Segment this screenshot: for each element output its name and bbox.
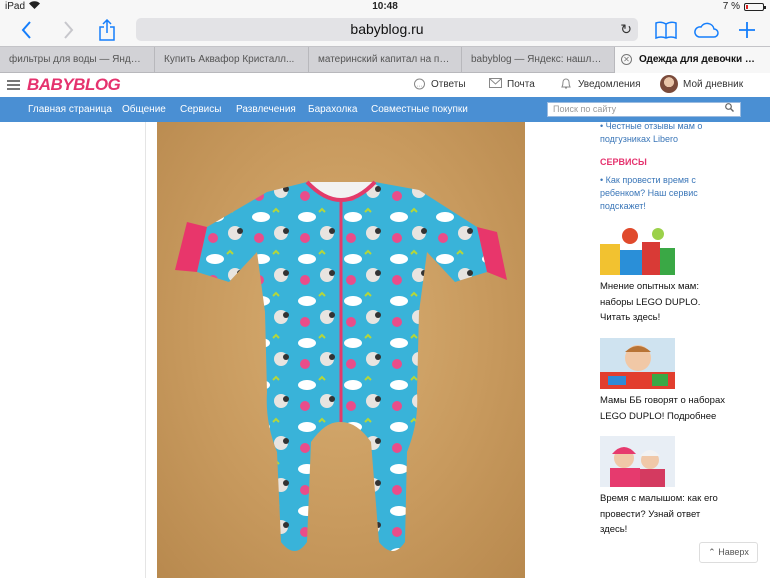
status-time: 10:48	[372, 1, 398, 12]
chat-icon: ...	[412, 78, 426, 90]
share-icon[interactable]	[96, 14, 118, 46]
reload-icon[interactable]: ↻	[620, 18, 632, 41]
main-nav: Главная страница Общение Сервисы Развлеч…	[0, 97, 770, 122]
chevron-up-icon: ⌃	[708, 547, 716, 557]
post-photo[interactable]	[157, 122, 525, 578]
services-link[interactable]: • Как провести время с ребенком? Наш сер…	[600, 174, 698, 213]
search-icon[interactable]	[725, 103, 734, 116]
promo-thumb-2[interactable]	[600, 338, 675, 389]
avatar	[660, 75, 678, 93]
browser-tabs: фильтры для воды — Яндекс... Купить Аква…	[0, 46, 770, 73]
promo-caption-3[interactable]: Время с малышом: как его провести? Узнай…	[600, 491, 730, 538]
tab-1[interactable]: фильтры для воды — Яндекс...	[0, 47, 155, 73]
back-to-top-label: Наверх	[718, 547, 749, 557]
nav-services[interactable]: Сервисы	[180, 104, 221, 115]
promo-thumb-3[interactable]	[600, 436, 675, 487]
answers-label: Ответы	[431, 78, 466, 90]
my-diary-label: Мой дневник	[683, 78, 744, 90]
promo-caption-2[interactable]: Мамы ББ говорят о наборах LEGO DUPLO! По…	[600, 393, 730, 424]
battery-icon	[744, 2, 766, 11]
site-header: BABYBLOG ... Ответы Почта Уведомления Мо…	[0, 73, 770, 97]
tab-3[interactable]: материнский капитал на по...	[309, 47, 462, 73]
url-text: babyblog.ru	[350, 21, 424, 37]
browser-toolbar: babyblog.ru ↻	[0, 14, 770, 46]
tab-4[interactable]: babyblog — Яндекс: нашло...	[462, 47, 615, 73]
menu-icon[interactable]	[7, 80, 20, 90]
promo-thumb-1[interactable]	[600, 224, 675, 275]
tab-active[interactable]: ✕ Одежда для девочки до...	[615, 47, 770, 73]
search-input[interactable]: Поиск по сайту	[547, 102, 741, 117]
forward-arrow-icon[interactable]	[58, 14, 78, 46]
mail-link[interactable]: Почта	[488, 78, 535, 90]
mail-label: Почта	[507, 78, 535, 90]
nav-home[interactable]: Главная страница	[28, 104, 112, 115]
promo-caption-1[interactable]: Мнение опытных мам: наборы LEGO DUPLO. Ч…	[600, 279, 730, 326]
nav-entertainment[interactable]: Развлечения	[236, 104, 296, 115]
notifications-label: Уведомления	[578, 78, 641, 90]
baby-romper-image	[175, 180, 507, 551]
content-divider	[145, 122, 146, 578]
battery-percent: 7 %	[722, 1, 740, 12]
nav-joint-purchases[interactable]: Совместные покупки	[371, 104, 468, 115]
address-bar[interactable]: babyblog.ru ↻	[136, 18, 638, 41]
icloud-tabs-icon[interactable]	[692, 14, 720, 46]
close-tab-icon[interactable]: ✕	[621, 54, 632, 65]
bell-icon	[559, 78, 573, 90]
bookmarks-icon[interactable]	[654, 14, 678, 46]
search-placeholder: Поиск по сайту	[553, 104, 617, 114]
answers-link[interactable]: ... Ответы	[412, 78, 466, 90]
back-to-top-button[interactable]: ⌃ Наверх	[699, 542, 758, 563]
site-logo[interactable]: BABYBLOG	[27, 75, 121, 95]
services-heading: СЕРВИСЫ	[600, 157, 647, 167]
notifications-link[interactable]: Уведомления	[559, 78, 641, 90]
nav-flea-market[interactable]: Барахолка	[308, 104, 357, 115]
nav-communication[interactable]: Общение	[122, 104, 166, 115]
active-tab-label: Одежда для девочки до...	[639, 54, 766, 65]
my-diary-link[interactable]: Мой дневник	[660, 75, 743, 93]
back-arrow-icon[interactable]	[16, 14, 36, 46]
tab-2[interactable]: Купить Аквафор Кристалл...	[155, 47, 309, 73]
mail-icon	[488, 78, 502, 90]
new-tab-icon[interactable]	[736, 14, 758, 46]
libero-reviews-link[interactable]: • Честные отзывы мам о подгузниках Liber…	[600, 120, 730, 146]
ios-status-bar: iPad 10:48 7 %	[0, 0, 770, 14]
svg-text:...: ...	[416, 82, 422, 89]
